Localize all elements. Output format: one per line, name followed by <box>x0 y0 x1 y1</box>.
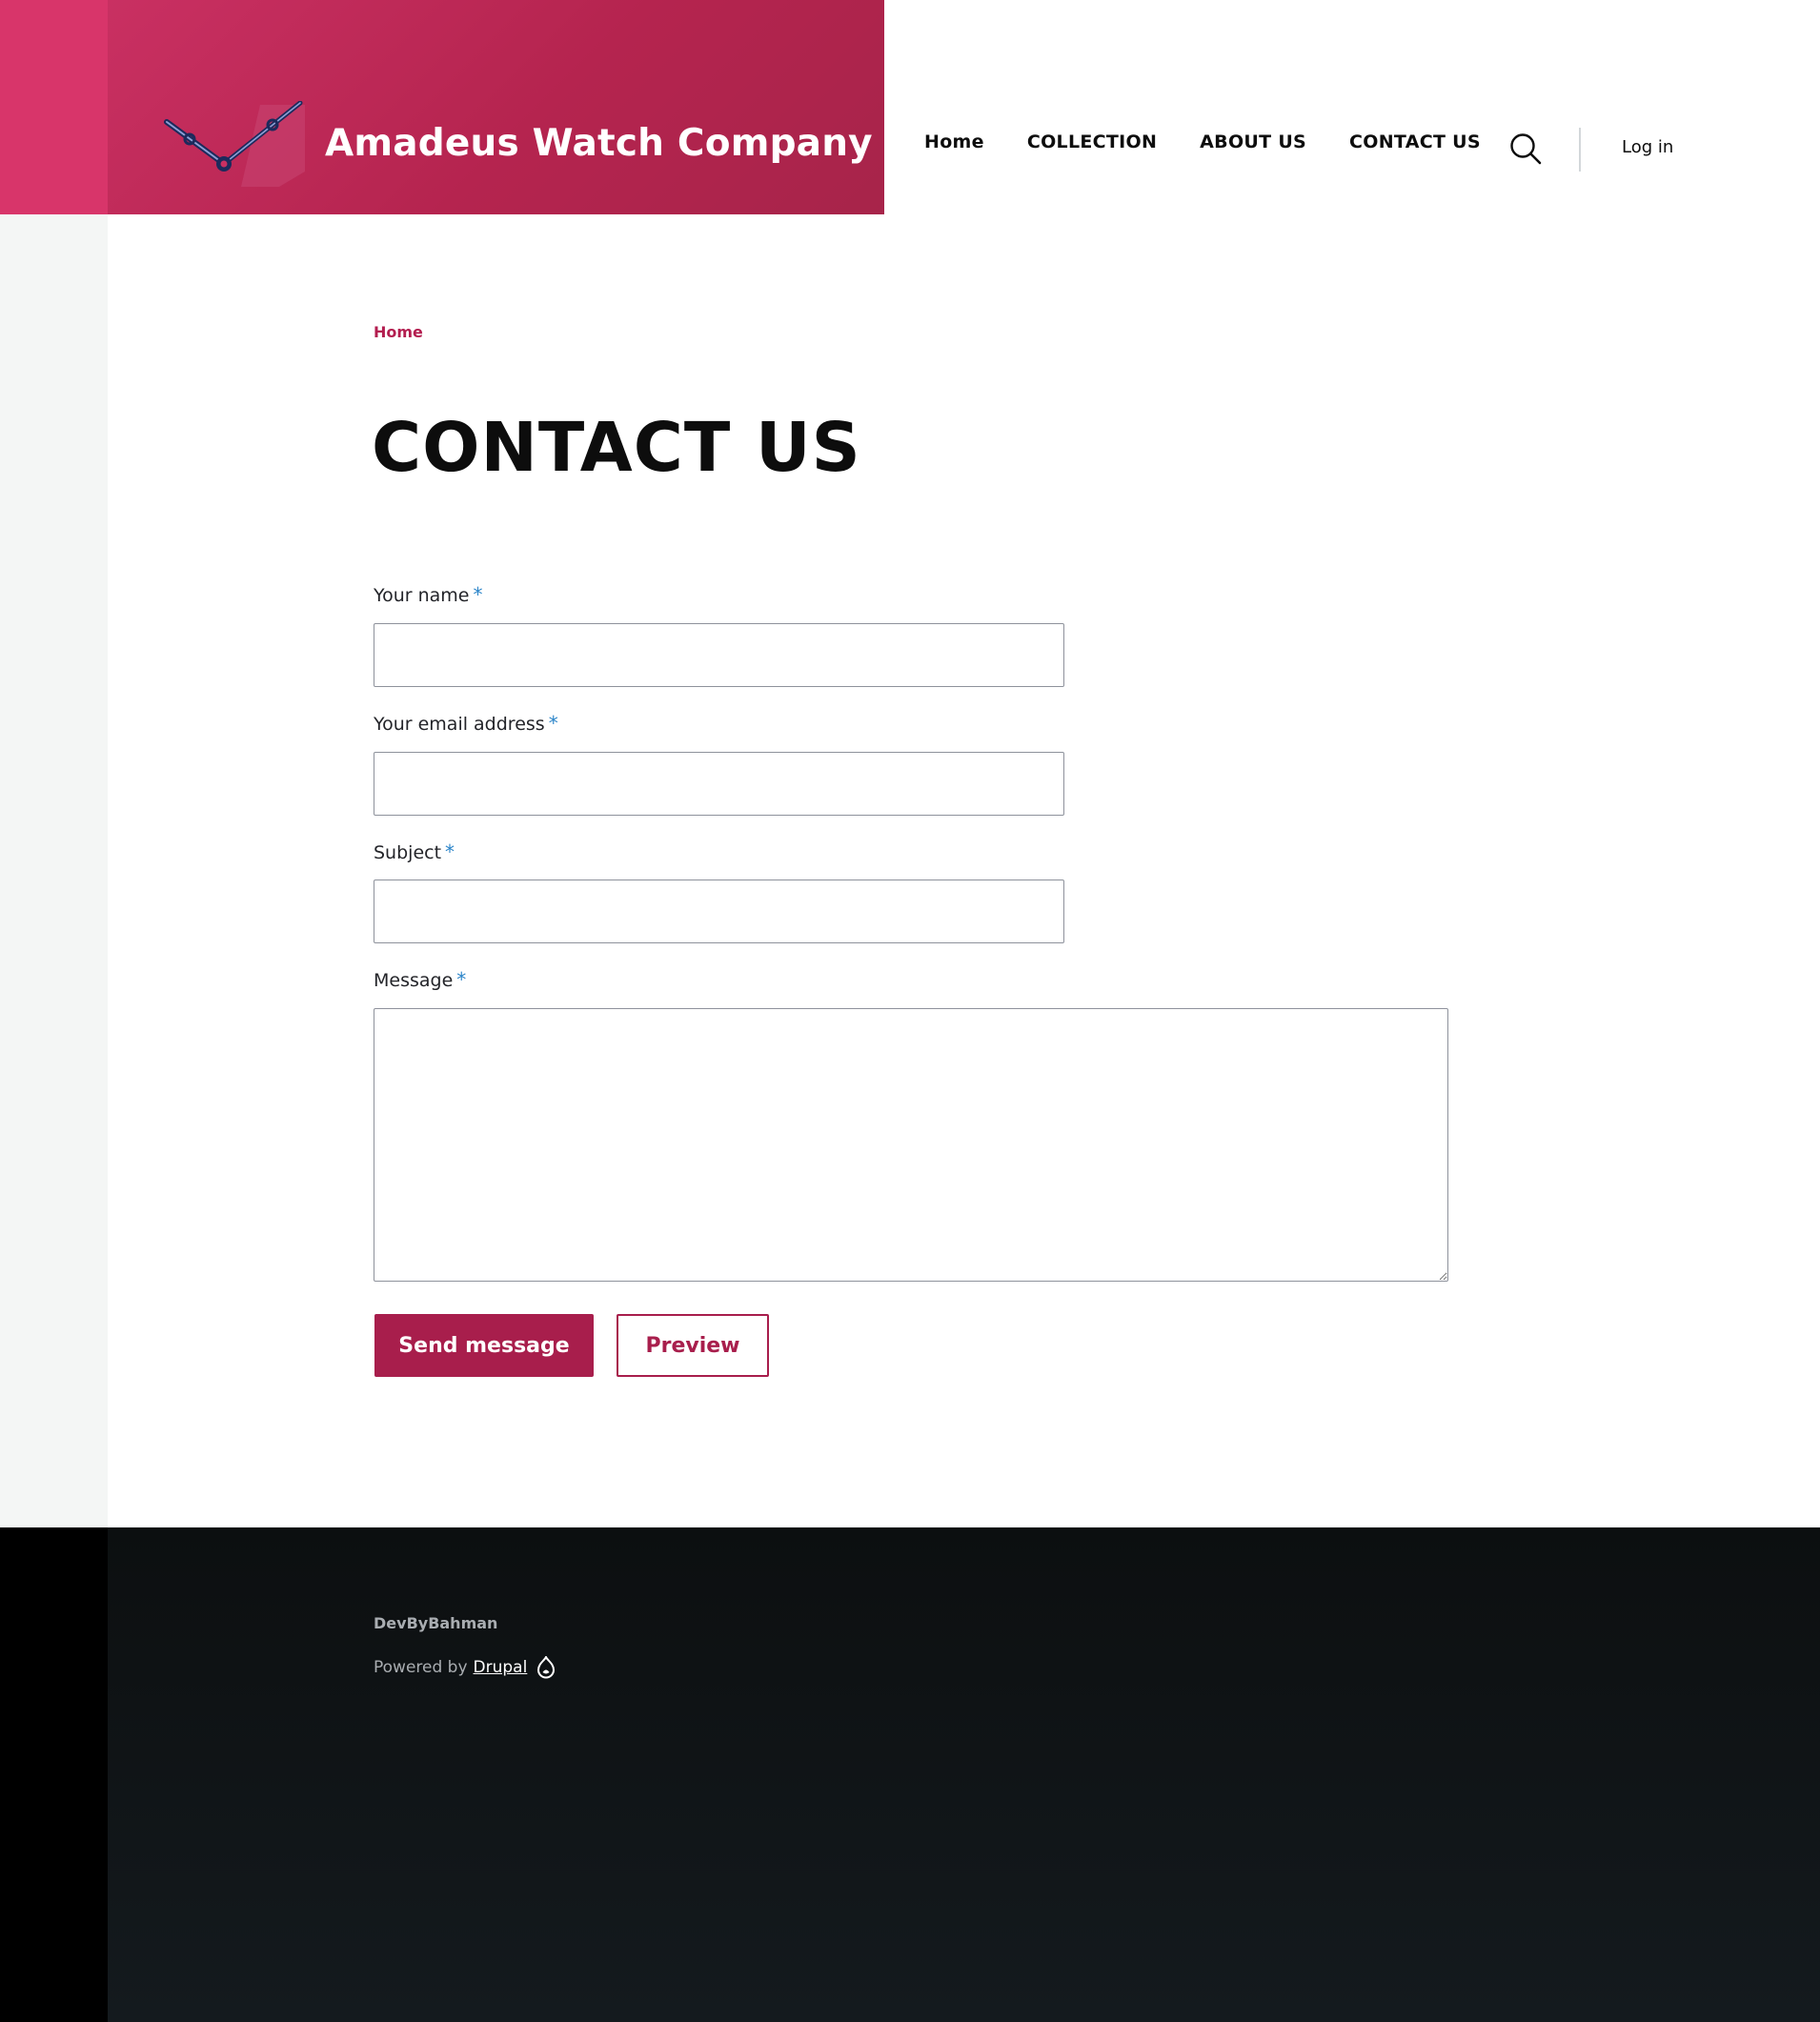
left-gutter <box>0 0 108 1527</box>
email-label-text: Your email address <box>374 714 545 735</box>
nav-item-home[interactable]: Home <box>924 131 984 152</box>
subject-field[interactable] <box>374 880 1064 943</box>
name-field[interactable] <box>374 623 1064 687</box>
nav-item-contact-us[interactable]: CONTACT US <box>1349 131 1481 152</box>
nav-divider <box>1579 128 1581 172</box>
breadcrumb-home[interactable]: Home <box>374 323 423 341</box>
required-marker: * <box>548 712 558 735</box>
brand-bar-left <box>0 0 108 214</box>
search-icon[interactable] <box>1509 132 1542 165</box>
required-marker: * <box>473 583 483 606</box>
nav-item-collection[interactable]: COLLECTION <box>1027 131 1157 152</box>
required-marker: * <box>456 968 467 991</box>
email-field[interactable] <box>374 752 1064 816</box>
required-marker: * <box>445 840 455 863</box>
preview-button[interactable]: Preview <box>617 1314 769 1377</box>
page-title: CONTACT US <box>372 408 861 487</box>
site-footer: DevByBahman Powered by Drupal <box>108 1527 1820 2022</box>
main-nav: Home COLLECTION ABOUT US CONTACT US <box>924 131 1524 152</box>
footer-brand: DevByBahman <box>374 1614 498 1632</box>
message-field[interactable] <box>374 1008 1448 1282</box>
login-link[interactable]: Log in <box>1622 137 1673 157</box>
nav-item-about-us[interactable]: ABOUT US <box>1200 131 1306 152</box>
send-message-button[interactable]: Send message <box>374 1314 594 1377</box>
name-label-text: Your name <box>374 585 470 606</box>
powered-by-text: Powered by <box>374 1658 468 1677</box>
subject-label: Subject * <box>374 840 455 863</box>
name-label: Your name * <box>374 583 482 606</box>
site-branding[interactable]: Amadeus Watch Company <box>108 0 884 214</box>
message-label-text: Message <box>374 970 454 991</box>
subject-label-text: Subject <box>374 842 442 863</box>
site-name: Amadeus Watch Company <box>325 122 873 165</box>
powered-by: Powered by Drupal <box>374 1656 556 1679</box>
drupal-link[interactable]: Drupal <box>474 1658 528 1677</box>
watch-hands-logo-icon <box>164 101 305 187</box>
email-label: Your email address * <box>374 712 558 735</box>
footer-left-bar <box>0 1527 108 2022</box>
message-label: Message * <box>374 968 466 991</box>
drupal-icon <box>537 1656 556 1679</box>
